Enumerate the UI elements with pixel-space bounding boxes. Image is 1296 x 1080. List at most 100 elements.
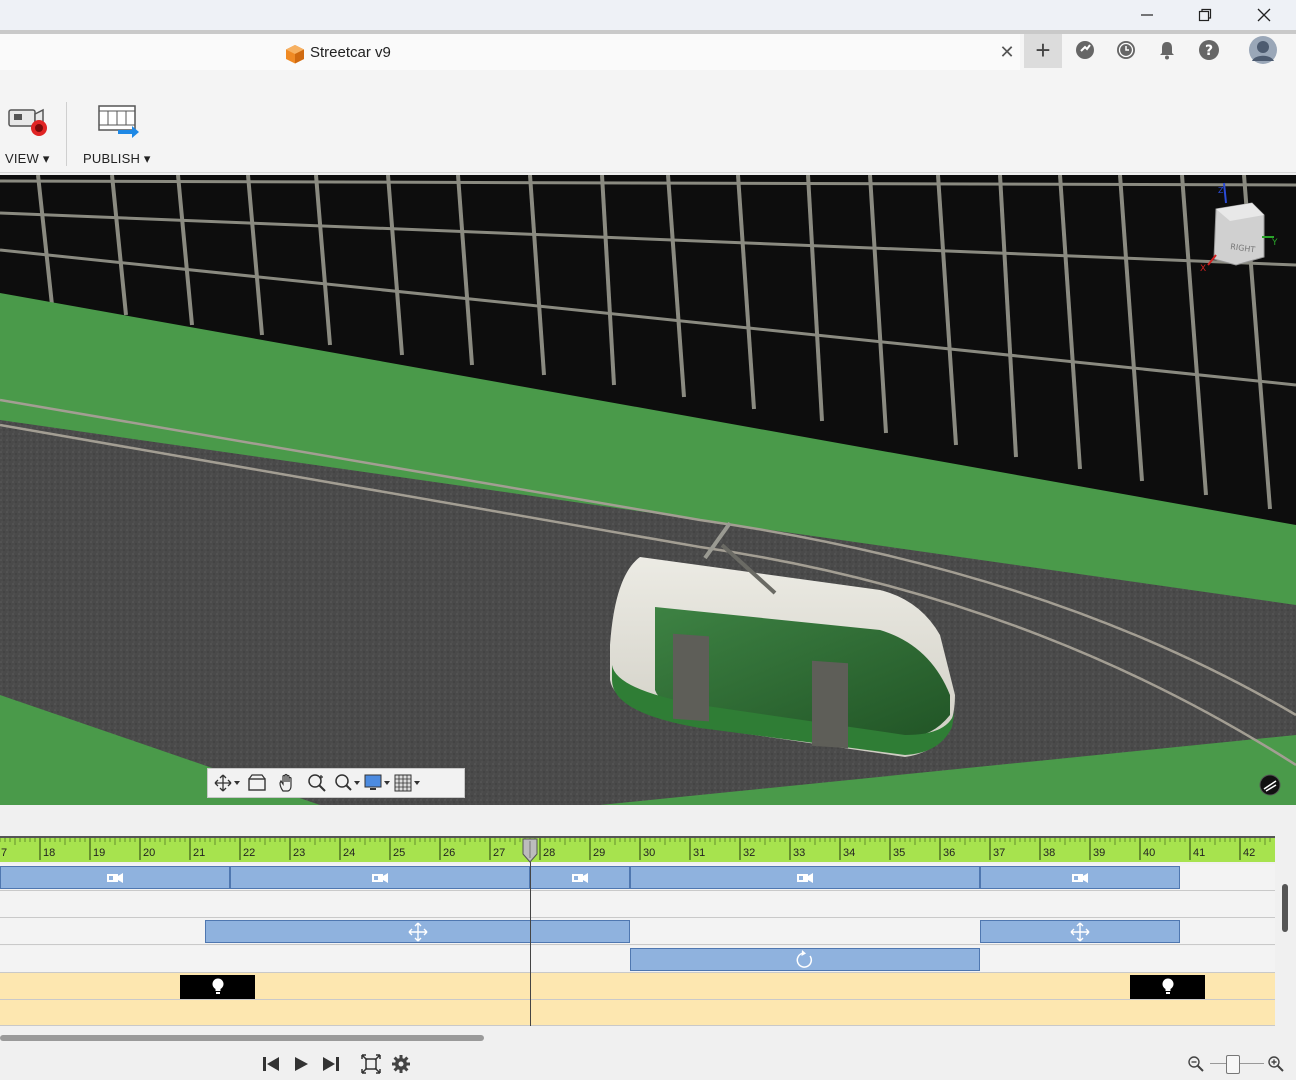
look-at-button[interactable]: [244, 771, 270, 795]
empty-track: [0, 891, 1275, 918]
rotate-clip[interactable]: [630, 948, 980, 971]
ruler-tick-label: 20: [143, 847, 155, 859]
new-tab-button[interactable]: +: [1024, 34, 1062, 68]
camera-clip[interactable]: [980, 866, 1180, 889]
close-window-button[interactable]: [1241, 0, 1287, 30]
play-button[interactable]: [289, 1052, 313, 1076]
publish-menu[interactable]: PUBLISH ▾: [80, 100, 156, 170]
timeline-vertical-scrollbar[interactable]: [1282, 884, 1288, 932]
ruler-tick-label: 26: [443, 847, 455, 859]
minimize-icon: [1141, 14, 1153, 16]
ruler-tick-label: 19: [93, 847, 105, 859]
3d-viewport[interactable]: RIGHT Z Y X: [0, 175, 1296, 805]
timeline-zoom-out-button[interactable]: [1184, 1052, 1208, 1076]
light-bulb-icon: [1162, 978, 1173, 994]
help-icon: ?: [1199, 40, 1219, 60]
orbit-button[interactable]: [214, 771, 240, 795]
light-marker[interactable]: [180, 975, 255, 999]
avatar-icon: [1249, 36, 1277, 64]
ribbon-toolbar: [0, 70, 1296, 173]
camera-icon: [797, 872, 813, 883]
fit-button[interactable]: [334, 771, 360, 795]
playhead-handle[interactable]: [521, 838, 539, 864]
skip-start-icon: [263, 1057, 279, 1071]
render-badge-icon: [1259, 774, 1281, 796]
ruler-tick-label: 23: [293, 847, 305, 859]
toolbar-divider: [66, 102, 67, 166]
close-icon: [1257, 8, 1271, 22]
minimize-button[interactable]: [1124, 0, 1170, 30]
timeline-horizontal-scrollbar[interactable]: [0, 1035, 484, 1041]
ruler-tick-label: 29: [593, 847, 605, 859]
help-button[interactable]: ?: [1195, 36, 1223, 64]
camera-clip[interactable]: [530, 866, 630, 889]
hand-icon: [279, 773, 292, 792]
ruler-tick-label: 21: [193, 847, 205, 859]
svg-text:?: ?: [1205, 43, 1213, 59]
camera-icon: [1072, 872, 1088, 883]
ruler-tick-label: 27: [493, 847, 505, 859]
scene-render: RIGHT Z Y X: [0, 175, 1296, 805]
fit-extents-icon: [361, 1054, 381, 1074]
ruler-tick-label: 41: [1193, 847, 1205, 859]
ruler-tick-label: 37: [993, 847, 1005, 859]
timeline-ruler[interactable]: 7 18 19 20 21 22 23 24 25 26 27 28 29 30 31 32 33 34 35 36 3…: [0, 836, 1275, 862]
zoom-in-icon: [1268, 1056, 1284, 1072]
camera-clip[interactable]: [0, 866, 230, 889]
timeline-zoom-slider-thumb[interactable]: [1226, 1055, 1240, 1074]
fit-zoom-icon: [335, 774, 360, 791]
zoom-button[interactable]: [304, 771, 330, 795]
camera-clip[interactable]: [630, 866, 980, 889]
job-status-button[interactable]: [1112, 36, 1140, 64]
rotate-icon: [796, 949, 813, 968]
publish-label: PUBLISH ▾: [83, 151, 151, 166]
notifications-button[interactable]: [1153, 36, 1181, 64]
restore-button[interactable]: [1182, 0, 1228, 30]
ruler-tick-label: 31: [693, 847, 705, 859]
ruler-tick-label: 22: [243, 847, 255, 859]
ruler-tick-label: 25: [393, 847, 405, 859]
ruler-tick-label: 40: [1143, 847, 1155, 859]
zoom-out-icon: [1188, 1056, 1204, 1072]
settings-button[interactable]: [389, 1052, 413, 1076]
ruler-tick-label: 35: [893, 847, 905, 859]
move-icon: [408, 922, 427, 941]
window-title-bar: [0, 0, 1296, 30]
restore-icon: [1198, 8, 1212, 22]
view-menu[interactable]: VIEW ▾: [2, 100, 54, 170]
ruler-tick-label: 28: [543, 847, 555, 859]
axis-z-label: Z: [1218, 186, 1224, 195]
light-marker[interactable]: [1130, 975, 1205, 999]
camera-icon: [372, 872, 388, 883]
go-to-end-button[interactable]: [319, 1052, 343, 1076]
play-icon: [295, 1057, 308, 1071]
timeline-zoom-in-button[interactable]: [1264, 1052, 1288, 1076]
view-camera-record-icon: [8, 108, 47, 136]
design-cube-icon: [286, 45, 304, 64]
light-bulb-icon: [212, 978, 223, 994]
camera-clip[interactable]: [230, 866, 530, 889]
document-tab[interactable]: [0, 34, 1020, 70]
ruler-tick-label: 39: [1093, 847, 1105, 859]
view-extents-button[interactable]: [359, 1052, 383, 1076]
extensions-button[interactable]: [1071, 36, 1099, 64]
ruler-tick-label: 42: [1243, 847, 1255, 859]
axis-y-label: Y: [1271, 238, 1278, 248]
user-avatar[interactable]: [1247, 34, 1279, 66]
ruler-tick-label: 32: [743, 847, 755, 859]
grid-settings-button[interactable]: [394, 771, 420, 795]
zoom-icon: [308, 774, 326, 792]
skip-end-icon: [323, 1057, 339, 1071]
ruler-tick-label: 36: [943, 847, 955, 859]
move-icon: [1070, 922, 1090, 941]
move-clip[interactable]: [205, 920, 630, 943]
playhead-line: [530, 862, 531, 1026]
pan-button[interactable]: [274, 771, 300, 795]
go-to-start-button[interactable]: [259, 1052, 283, 1076]
orbit-icon: [214, 774, 240, 792]
display-settings-button[interactable]: [364, 771, 390, 795]
tab-close-button[interactable]: ✕: [996, 40, 1018, 64]
move-clip[interactable]: [980, 920, 1180, 943]
gear-icon: [392, 1055, 410, 1073]
navigation-toolbar: [207, 768, 465, 798]
